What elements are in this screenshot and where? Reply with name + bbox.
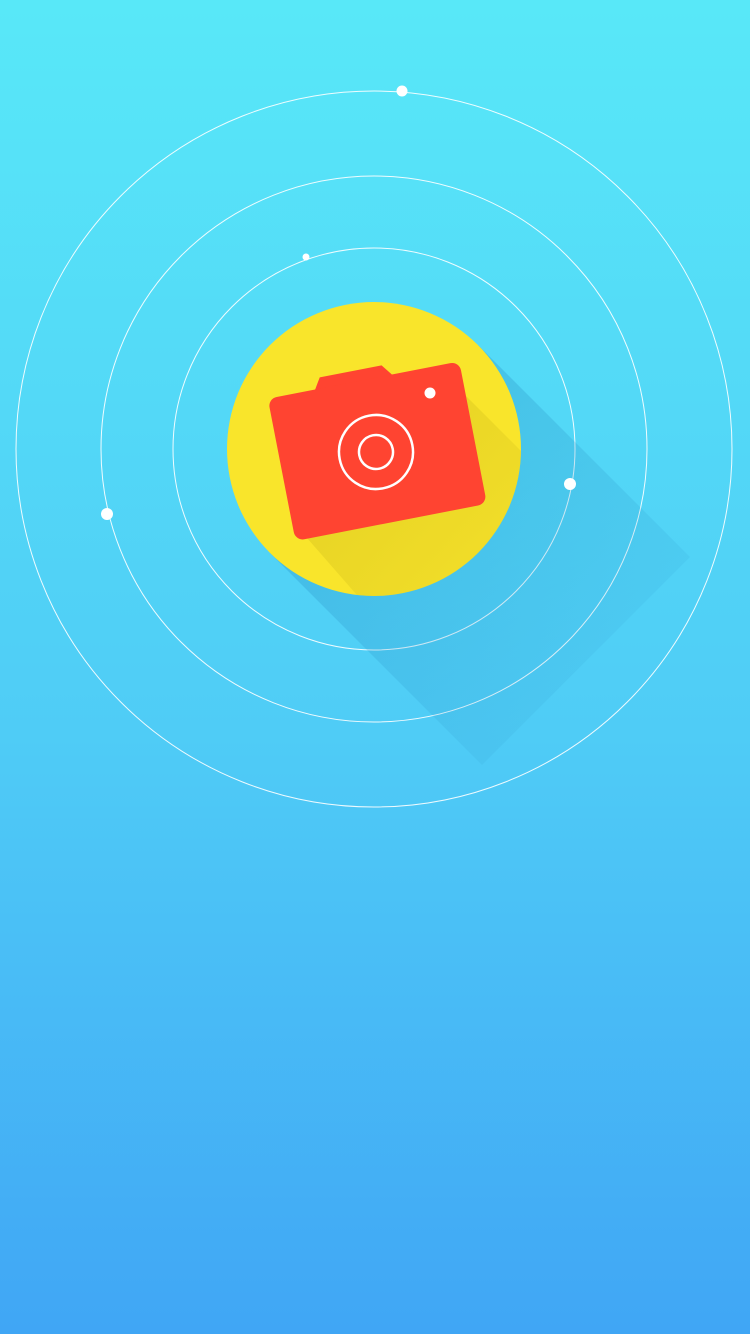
orbit-dot xyxy=(564,478,576,490)
splash-screen xyxy=(0,0,750,1334)
orbit-dot xyxy=(101,508,113,520)
orbit-dot xyxy=(302,253,310,261)
orbit-dot xyxy=(424,387,436,399)
orbit-dot xyxy=(396,85,408,97)
orbit-illustration xyxy=(15,85,733,808)
